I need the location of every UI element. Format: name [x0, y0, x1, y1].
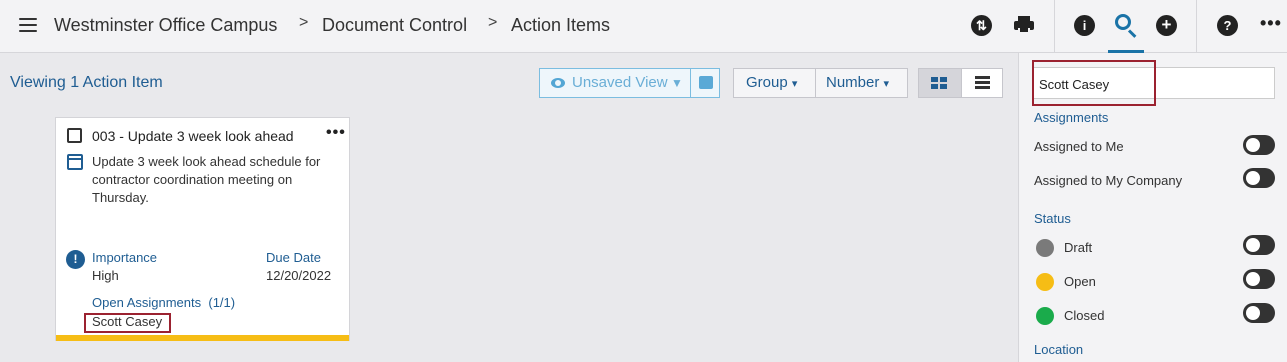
draft-status-dot	[1036, 239, 1054, 257]
group-label: Group	[746, 74, 788, 91]
chevron-down-icon: ▾	[791, 78, 798, 90]
more-icon[interactable]: •••	[1260, 13, 1282, 34]
top-bar: Westminster Office Campus > Document Con…	[0, 0, 1287, 53]
list-icon	[975, 76, 990, 79]
card-description: Update 3 week look ahead schedule for co…	[92, 154, 321, 205]
info-icon[interactable]: i	[1074, 15, 1095, 36]
breadcrumb-project[interactable]: Westminster Office Campus	[54, 15, 277, 36]
action-item-card[interactable]: 003 - Update 3 week look ahead ••• Updat…	[55, 117, 350, 341]
add-icon[interactable]: +	[1156, 15, 1177, 36]
assigned-to-company-toggle[interactable]	[1243, 168, 1275, 188]
group-by-button[interactable]: Group ▾	[733, 68, 816, 98]
print-icon[interactable]	[1014, 16, 1034, 34]
importance-value: High	[92, 268, 119, 283]
eye-icon	[551, 78, 565, 88]
closed-status-dot	[1036, 307, 1054, 325]
importance-icon: !	[66, 250, 85, 269]
calendar-check-icon	[67, 154, 83, 170]
select-checkbox[interactable]	[67, 128, 82, 143]
card-title[interactable]: 003 - Update 3 week look ahead	[92, 128, 294, 144]
location-heading: Location	[1034, 342, 1084, 357]
layout-toggle	[918, 68, 1003, 98]
chevron-down-icon: ▾	[883, 78, 890, 90]
print-icon[interactable]	[699, 76, 713, 89]
content-area: Viewing 1 Action Item Unsaved View ▼ Gro…	[0, 53, 1018, 362]
filter-panel: Scott Casey Assignments Assigned to Me A…	[1018, 53, 1287, 362]
grid-icon	[931, 77, 938, 82]
status-closed-label: Closed	[1064, 308, 1105, 323]
status-closed-toggle[interactable]	[1243, 303, 1275, 323]
more-icon[interactable]: •••	[326, 124, 346, 142]
status-draft-label: Draft	[1064, 240, 1093, 255]
importance-label: Importance	[92, 250, 158, 265]
due-date-value: 12/20/2022	[266, 268, 332, 283]
status-color-bar	[56, 335, 349, 341]
help-icon[interactable]: ?	[1217, 15, 1238, 36]
view-label: Unsaved View	[572, 74, 668, 91]
sort-label: Number	[826, 74, 880, 91]
open-assignments-label: Open Assignments (1/1)	[92, 295, 235, 310]
breadcrumb-tool[interactable]: Document Control	[322, 15, 467, 36]
breadcrumb-current: Action Items	[511, 15, 611, 35]
view-selector-button[interactable]: Unsaved View ▼	[539, 68, 720, 98]
sync-icon[interactable]: ⇅	[971, 15, 992, 36]
viewing-count: Viewing 1 Action Item	[10, 74, 163, 91]
assigned-to-me-label: Assigned to Me	[1034, 139, 1124, 154]
search-icon[interactable]	[1115, 14, 1139, 38]
status-draft-toggle[interactable]	[1243, 235, 1275, 255]
status-open-toggle[interactable]	[1243, 269, 1275, 289]
assignments-heading: Assignments	[1034, 110, 1109, 125]
assigned-to-company-label: Assigned to My Company	[1034, 173, 1183, 188]
grid-view-button[interactable]	[919, 69, 961, 97]
open-status-dot	[1036, 273, 1054, 291]
menu-icon[interactable]	[19, 18, 37, 32]
chevron-down-icon: ▼	[671, 76, 683, 90]
open-assignments-count: (1/1)	[208, 295, 236, 310]
search-highlight	[1032, 60, 1156, 106]
due-date-label: Due Date	[266, 250, 321, 265]
breadcrumb-separator: >	[299, 14, 309, 31]
list-view-button[interactable]	[961, 69, 1002, 97]
sort-by-button[interactable]: Number ▾	[815, 68, 908, 98]
open-assignments-text: Open Assignments	[92, 295, 202, 310]
status-heading: Status	[1034, 211, 1071, 226]
breadcrumb-separator: >	[488, 14, 498, 31]
assignee-name: Scott Casey	[92, 314, 163, 329]
status-open-label: Open	[1064, 274, 1096, 289]
assigned-to-me-toggle[interactable]	[1243, 135, 1275, 155]
